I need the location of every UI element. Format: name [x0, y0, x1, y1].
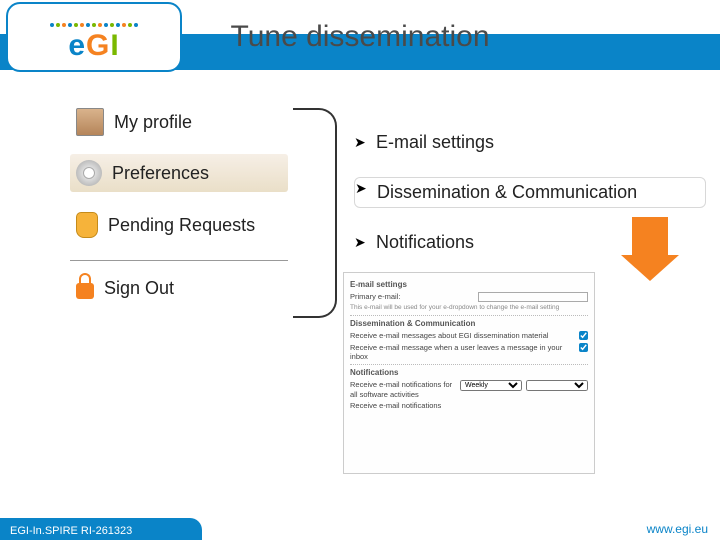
menu-label: Preferences [112, 163, 209, 184]
footer-url: www.egi.eu [647, 522, 708, 536]
avatar-icon [76, 108, 104, 136]
notif-label: Receive e-mail notifications for all sof… [350, 380, 456, 399]
panel-section-dissemination-title: Dissemination & Communication [350, 319, 588, 329]
menu-label: My profile [114, 112, 192, 133]
cb-label: Receive e-mail messages about EGI dissem… [350, 331, 575, 340]
menu-item-sign-out[interactable]: Sign Out [70, 260, 288, 317]
cb-inbox-message[interactable] [579, 343, 588, 352]
notif-digest-select[interactable]: Weekly [460, 380, 522, 391]
cb-label: Receive e-mail message when a user leave… [350, 343, 575, 362]
bullet-dissemination: Dissemination & Communication [354, 177, 706, 208]
primary-email-label: Primary e-mail: [350, 292, 474, 301]
menu-item-pending-requests[interactable]: Pending Requests [70, 204, 288, 256]
menu-item-preferences[interactable]: Preferences [70, 154, 288, 192]
slide-header: Tune dissemination eGI [0, 0, 720, 72]
shield-icon [76, 212, 98, 238]
primary-email-field[interactable] [478, 292, 588, 302]
slide-body: My profile Preferences Pending Requests … [0, 72, 720, 502]
menu-label: Sign Out [104, 278, 174, 299]
preferences-panel-screenshot: E-mail settings Primary e-mail: This e-m… [343, 272, 595, 474]
primary-email-hint: This e-mail will be used for your e-drop… [350, 304, 588, 312]
menu-item-my-profile[interactable]: My profile [70, 100, 288, 154]
profile-menu: My profile Preferences Pending Requests … [70, 100, 288, 317]
logo-dots [49, 7, 139, 27]
egi-logo: eGI [6, 2, 182, 72]
footer-project-ref: EGI-In.SPIRE RI-261323 [10, 525, 132, 537]
gear-icon [76, 160, 102, 186]
lock-icon [76, 283, 94, 299]
menu-label: Pending Requests [108, 215, 255, 236]
slide-footer: EGI-In.SPIRE RI-261323 www.egi.eu [0, 502, 720, 540]
panel-section-email-title: E-mail settings [350, 280, 588, 290]
panel-section-notifications-title: Notifications [350, 368, 588, 378]
logo-text: eGI [68, 29, 119, 63]
callout-arrow-icon [621, 217, 679, 279]
grouping-bracket [293, 108, 337, 318]
bullet-email-settings: E-mail settings [354, 132, 706, 153]
cb-dissemination-material[interactable] [579, 331, 588, 340]
notif-extra-select[interactable] [526, 380, 588, 391]
cb-label: Receive e-mail notifications [350, 401, 588, 410]
